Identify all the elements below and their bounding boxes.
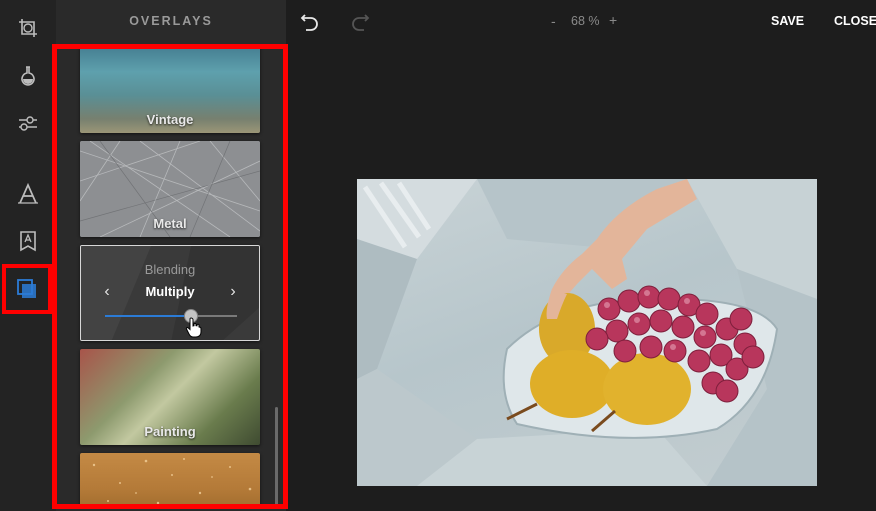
zoom-level: 68 % (571, 14, 600, 28)
slider-fill (105, 315, 191, 317)
overlay-label: Metal (153, 216, 187, 231)
overlay-icon (17, 279, 36, 298)
crop-tool[interactable] (8, 8, 48, 48)
blending-title: Blending (144, 262, 196, 277)
overlays-panel: OVERLAYS Vintage Metal Blending ‹ Multip… (52, 0, 288, 511)
gold-texture (92, 458, 252, 504)
scrollbar-thumb[interactable] (275, 407, 278, 504)
overlay-thumb-metal[interactable]: Metal (80, 141, 260, 237)
overlay-list[interactable]: Vintage Metal Blending ‹ Multiply › Pain… (52, 44, 288, 509)
blending-control[interactable]: Blending ‹ Multiply › (80, 245, 260, 341)
overlay-thumb-gold[interactable] (80, 453, 260, 504)
save-button[interactable]: SAVE (771, 14, 804, 28)
text-icon (18, 182, 38, 204)
overlay-tool[interactable] (2, 264, 52, 314)
adjust-tool[interactable] (8, 103, 48, 143)
photo-image (357, 179, 817, 486)
overlay-thumb-painting[interactable]: Painting (80, 349, 260, 445)
tool-sidebar (0, 0, 56, 511)
sticker-tool[interactable] (8, 221, 48, 261)
sticker-icon (20, 231, 36, 252)
filter-icon (21, 66, 35, 86)
undo-icon[interactable] (299, 10, 321, 32)
overlay-label: Painting (144, 424, 196, 439)
overlay-label: Vintage (146, 112, 194, 127)
zoom-out-button[interactable]: - (551, 13, 556, 29)
photo-canvas[interactable] (357, 179, 817, 486)
adjust-icon (19, 116, 37, 131)
chevron-right-icon[interactable]: › (225, 283, 241, 301)
filter-tool[interactable] (8, 56, 48, 96)
text-tool[interactable] (8, 174, 48, 214)
hand-cursor-icon (185, 317, 202, 338)
close-button[interactable]: CLOSE (834, 14, 876, 28)
redo-icon[interactable] (349, 10, 371, 32)
overlay-thumb-vintage[interactable]: Vintage (80, 49, 260, 133)
panel-title: OVERLAYS (129, 14, 213, 28)
opacity-slider[interactable] (105, 309, 237, 323)
photo-editor: OVERLAYS Vintage Metal Blending ‹ Multip… (0, 0, 876, 511)
crop-icon (19, 19, 37, 37)
zoom-in-button[interactable]: + (609, 12, 617, 28)
